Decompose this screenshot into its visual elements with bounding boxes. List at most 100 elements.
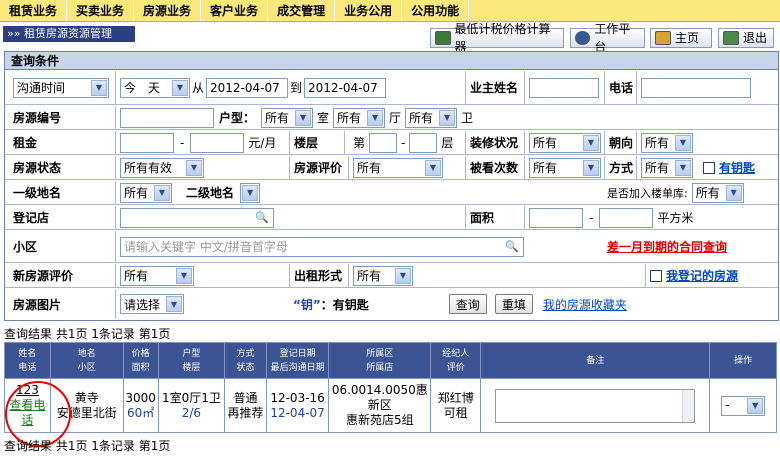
- table-row: 123 查看电话 黄寺 安德里北街 3000 60㎡ 1室0厅1卫 2/6 普通…: [4, 378, 777, 433]
- day-range-select[interactable]: 今 天 ▼: [120, 77, 190, 98]
- building-select[interactable]: 所有 ▼: [691, 182, 744, 203]
- community-label: 小区: [13, 240, 38, 254]
- hall-select[interactable]: 所有 ▼: [333, 107, 386, 128]
- workbench-button[interactable]: 工作平台: [570, 22, 645, 54]
- evaluation-select[interactable]: 所有 ▼: [353, 157, 443, 178]
- chevron-down-icon: ▼: [166, 296, 182, 312]
- chevron-down-icon: ▼: [725, 184, 742, 201]
- rent-type-select[interactable]: 所有 ▼: [353, 265, 413, 286]
- my-registered-checkbox[interactable]: [650, 269, 662, 282]
- time-type-select[interactable]: 沟通时间 ▼: [13, 77, 109, 98]
- col-header-dates-line1: 登记日期: [279, 348, 316, 359]
- phone-input[interactable]: [641, 77, 751, 98]
- viewed-count-select[interactable]: 所有 ▼: [529, 157, 601, 178]
- phone-label: 电话: [605, 71, 637, 104]
- layout-value: 1室0厅1卫: [161, 390, 221, 405]
- new-eval-select-value: 所有: [124, 269, 149, 283]
- search-icon: 🔍: [505, 239, 519, 253]
- rent-unit: 元/月: [248, 136, 277, 150]
- decoration-select[interactable]: 所有 ▼: [529, 132, 601, 153]
- area-min-input[interactable]: [529, 207, 583, 228]
- home-button[interactable]: 主页: [650, 28, 712, 48]
- district-value: 06.0014.0050惠新区: [331, 383, 428, 412]
- has-key-link[interactable]: 有钥匙: [719, 159, 755, 176]
- exit-door-icon: [723, 31, 739, 45]
- col-header-layout-line1: 户型: [182, 348, 201, 359]
- chevron-down-icon: ▼: [295, 109, 312, 126]
- has-key-checkbox[interactable]: [703, 161, 715, 174]
- date-from-input[interactable]: 2012-04-07: [206, 77, 289, 98]
- evaluation-select-value: 所有: [357, 161, 382, 175]
- search-button[interactable]: 查询: [448, 294, 487, 314]
- method-select[interactable]: 所有 ▼: [641, 157, 693, 178]
- status-select[interactable]: 所有有效 ▼: [120, 157, 204, 178]
- col-header-layout: 户型 楼层: [157, 342, 226, 379]
- expiring-contracts-link[interactable]: 差一月到期的合同查询: [607, 238, 727, 255]
- store-input[interactable]: 🔍: [120, 207, 274, 228]
- action-select-value: -: [725, 398, 730, 412]
- area1-select[interactable]: 所有 ▼: [120, 182, 172, 203]
- nav-rental[interactable]: 租赁业务: [0, 0, 68, 21]
- nav-public-functions[interactable]: 公用功能: [402, 0, 470, 21]
- status-select-value: 所有有效: [124, 161, 173, 175]
- my-registered-link[interactable]: 我登记的房源: [666, 267, 738, 284]
- col-header-price-line1: 价格: [131, 348, 150, 359]
- reg-date-value: 12-03-16: [270, 390, 325, 405]
- col-header-agent-line2: 评价: [446, 362, 465, 373]
- floor-label: 楼层: [289, 131, 345, 154]
- orientation-select[interactable]: 所有 ▼: [641, 132, 693, 153]
- chevron-down-icon: ▼: [91, 79, 107, 96]
- query-row-store: 登记店 🔍 面积 - 平方米: [5, 206, 778, 230]
- chevron-down-icon: ▼: [747, 397, 764, 414]
- date-to-input[interactable]: 2012-04-07: [304, 77, 387, 98]
- col-header-name: 姓名 电话: [4, 342, 51, 379]
- floor-max-input[interactable]: [409, 132, 438, 153]
- chevron-down-icon: ▼: [583, 134, 599, 151]
- rent-min-input[interactable]: [120, 132, 174, 153]
- col-header-method-line2: 状态: [236, 362, 255, 373]
- col-header-place-line1: 地名: [77, 348, 96, 359]
- area-max-input[interactable]: [599, 207, 654, 228]
- chevron-down-icon: ▼: [367, 109, 384, 126]
- query-row-rent: 租金 - 元/月 楼层 第 - 层 装修状况 所有 ▼ 朝向 所有 ▼: [5, 131, 778, 155]
- scrollbar[interactable]: [682, 389, 695, 422]
- owner-name-input[interactable]: [529, 77, 599, 98]
- area2-label: 二级地名: [186, 186, 235, 200]
- tax-calculator-button[interactable]: 最低计税价格计算器: [430, 22, 564, 54]
- floor-dash: -: [401, 135, 406, 150]
- area1-select-value: 所有: [124, 186, 149, 200]
- price-value: 3000: [125, 390, 156, 405]
- nav-common[interactable]: 业务公用: [335, 0, 403, 21]
- nav-sales[interactable]: 买卖业务: [67, 0, 135, 21]
- favorites-link[interactable]: 我的房源收藏夹: [543, 296, 627, 313]
- area2-select[interactable]: ▼: [240, 182, 261, 203]
- query-panel: 查询条件 沟通时间 ▼ 今 天 ▼ 从 2012-04-07 到 2012-04-0…: [4, 51, 779, 321]
- reset-button[interactable]: 重填: [494, 294, 533, 314]
- action-select[interactable]: - ▼: [721, 395, 766, 416]
- building-label: 是否加入楼单库:: [607, 186, 688, 200]
- rent-max-input[interactable]: [190, 132, 245, 153]
- sub-bar: »» 租赁房源资源管理 最低计税价格计算器 工作平台 主页 退出: [0, 22, 780, 54]
- bath-unit: 卫: [461, 111, 474, 125]
- nav-deals[interactable]: 成交管理: [268, 0, 336, 21]
- col-header-place: 地名 小区: [49, 342, 124, 379]
- query-row-status: 房源状态 所有有效 ▼ 房源评价 所有 ▼ 被看次数 所有 ▼ 方式 所有 ▼ 有钥匙: [5, 156, 778, 180]
- orientation-select-value: 所有: [645, 136, 670, 150]
- house-no-input[interactable]: [120, 107, 214, 128]
- new-eval-select[interactable]: 所有 ▼: [120, 265, 194, 286]
- col-header-agent-line1: 经纪人: [442, 348, 470, 359]
- chevron-down-icon: ▼: [439, 109, 456, 126]
- community-input[interactable]: 请输入关键字 中文/拼音首字母 🔍: [120, 236, 524, 257]
- floor-min-input[interactable]: [369, 132, 398, 153]
- chevron-down-icon: ▼: [675, 134, 691, 151]
- room-select[interactable]: 所有 ▼: [261, 107, 314, 128]
- col-header-remarks: 备注: [480, 342, 711, 379]
- bath-select[interactable]: 所有 ▼: [405, 107, 458, 128]
- col-header-district-line2: 所属店: [366, 362, 394, 373]
- nav-clients[interactable]: 客户业务: [201, 0, 269, 21]
- remarks-textarea[interactable]: [495, 388, 696, 423]
- photo-select[interactable]: 请选择 ▼: [120, 294, 184, 314]
- nav-listings[interactable]: 房源业务: [134, 0, 202, 21]
- logout-button[interactable]: 退出: [718, 28, 774, 48]
- query-row-house-no: 房源编号 户型： 所有 ▼ 室 所有 ▼ 厅 所有 ▼ 卫: [5, 106, 778, 130]
